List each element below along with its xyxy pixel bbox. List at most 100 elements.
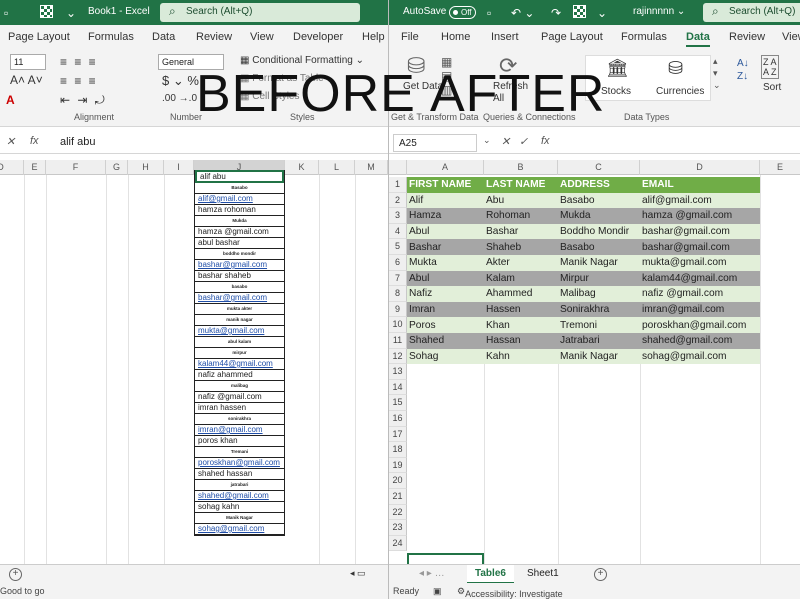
- table-cell[interactable]: Bashar: [484, 223, 558, 240]
- row-header[interactable]: 24: [389, 535, 407, 552]
- cell-j[interactable]: basabo: [195, 282, 284, 293]
- formula-input[interactable]: alif abu: [60, 136, 95, 148]
- cell-j[interactable]: alif@gmail.com: [195, 194, 284, 205]
- cell-j[interactable]: Manik Nagar: [195, 513, 284, 524]
- cancel-icon[interactable]: ✕: [6, 135, 15, 148]
- table-cell[interactable]: Nafiz: [407, 286, 484, 302]
- table-cell[interactable]: Alif: [407, 192, 484, 209]
- save-icon[interactable]: ▫: [4, 6, 8, 20]
- table-cell[interactable]: Mukda: [558, 208, 640, 224]
- add-sheet-icon[interactable]: +: [9, 568, 22, 581]
- col-header[interactable]: C: [558, 160, 640, 175]
- cell-j[interactable]: bashar@gmail.com: [195, 260, 284, 271]
- row-header[interactable]: 7: [389, 270, 407, 287]
- fx-icon[interactable]: fx: [541, 135, 550, 147]
- cell-j[interactable]: nafiz ahammed: [195, 370, 284, 381]
- cell-j[interactable]: manik nagar: [195, 315, 284, 326]
- table-cell[interactable]: Mirpur: [558, 270, 640, 287]
- tab-data[interactable]: Data: [686, 31, 710, 47]
- cell-j[interactable]: abul bashar: [195, 238, 284, 249]
- sheet-tab-sheet1[interactable]: Sheet1: [519, 565, 567, 584]
- table-cell[interactable]: Abul: [407, 223, 484, 240]
- tab-page-layout[interactable]: Page Layout: [8, 31, 70, 43]
- select-all-corner[interactable]: [389, 160, 407, 175]
- row-header[interactable]: 9: [389, 301, 407, 318]
- table-header-cell[interactable]: FIRST NAME: [407, 177, 484, 193]
- row-header[interactable]: 16: [389, 411, 407, 427]
- row-header[interactable]: 18: [389, 442, 407, 458]
- save-icon[interactable]: ▫: [487, 6, 491, 20]
- cell-j[interactable]: mirpur: [195, 348, 284, 359]
- tab-developer[interactable]: Developer: [293, 31, 343, 43]
- row-header[interactable]: 14: [389, 379, 407, 396]
- row-header[interactable]: 22: [389, 504, 407, 521]
- row-header[interactable]: 12: [389, 348, 407, 365]
- confirm-icon[interactable]: ✓: [519, 135, 528, 148]
- table-cell[interactable]: Kalam: [484, 270, 558, 287]
- sort-dialog-icon[interactable]: Z AA Z: [761, 55, 779, 79]
- table-header-cell[interactable]: LAST NAME: [484, 177, 558, 193]
- undo-icon[interactable]: ↶ ⌄: [511, 6, 534, 20]
- table-cell[interactable]: Hassan: [484, 332, 558, 349]
- cell-j[interactable]: kalam44@gmail.com: [195, 359, 284, 370]
- cancel-icon[interactable]: ✕: [501, 135, 510, 148]
- chevron-down-icon[interactable]: ⌄: [597, 6, 607, 20]
- col-header[interactable]: M: [355, 160, 388, 175]
- font-color-icon[interactable]: A: [6, 93, 15, 107]
- table-cell[interactable]: Sonirakhra: [558, 301, 640, 318]
- sort-button[interactable]: Sort: [763, 82, 781, 93]
- font-grow-icon[interactable]: A˄ A˅: [10, 73, 43, 87]
- decimal-icon[interactable]: .00 →.0: [162, 93, 197, 104]
- table-cell[interactable]: Rohoman: [484, 208, 558, 224]
- table-header-cell[interactable]: EMAIL: [640, 177, 760, 193]
- tab-help[interactable]: Help: [362, 31, 385, 43]
- row-header[interactable]: 11: [389, 333, 407, 349]
- table-cell[interactable]: Boddho Mondir: [558, 223, 640, 240]
- cell-j[interactable]: sonirakhra: [195, 414, 284, 425]
- accessibility-status[interactable]: ⚙ Accessibility: Investigate: [457, 586, 563, 599]
- table-cell[interactable]: Basabo: [558, 192, 640, 209]
- row-header[interactable]: 1: [389, 177, 407, 193]
- row-header[interactable]: 21: [389, 489, 407, 505]
- cell-j[interactable]: mukta@gmail.com: [195, 326, 284, 337]
- table-cell[interactable]: Malibag: [558, 286, 640, 302]
- autosave-toggle[interactable]: Off: [449, 6, 476, 19]
- table-cell[interactable]: bashar@gmail.com: [640, 223, 760, 240]
- table-cell[interactable]: Manik Nagar: [558, 348, 640, 365]
- align-left-icon[interactable]: ≡ ≡ ≡: [60, 74, 98, 88]
- tab-nav-icon[interactable]: ◂ ▸ …: [419, 568, 445, 579]
- scroll-left-icon[interactable]: ◂ ▭: [350, 568, 366, 579]
- tab-formulas[interactable]: Formulas: [88, 31, 134, 43]
- cell-j[interactable]: alif abu: [195, 170, 284, 183]
- col-header[interactable]: L: [319, 160, 355, 175]
- col-header[interactable]: A: [407, 160, 484, 175]
- table-cell[interactable]: Sohag: [407, 348, 484, 365]
- col-header[interactable]: E: [24, 160, 46, 175]
- tab-formulas[interactable]: Formulas: [621, 31, 667, 43]
- table-cell[interactable]: Tremoni: [558, 317, 640, 333]
- row-header[interactable]: 10: [389, 317, 407, 333]
- row-header[interactable]: 19: [389, 457, 407, 474]
- table-cell[interactable]: Abul: [407, 270, 484, 287]
- table-cell[interactable]: Shaheb: [484, 239, 558, 255]
- table-cell[interactable]: Ahammed: [484, 286, 558, 302]
- row-header[interactable]: 13: [389, 364, 407, 380]
- table-cell[interactable]: Manik Nagar: [558, 254, 640, 271]
- table-cell[interactable]: Bashar: [407, 239, 484, 255]
- table-cell[interactable]: Poros: [407, 317, 484, 333]
- tab-view[interactable]: View: [250, 31, 274, 43]
- cell-j[interactable]: imran hassen: [195, 403, 284, 414]
- tab-data[interactable]: Data: [152, 31, 175, 43]
- chevron-down-icon[interactable]: ⌄: [66, 6, 76, 20]
- selected-cell-a25[interactable]: [407, 553, 484, 564]
- col-header[interactable]: B: [484, 160, 558, 175]
- row-header[interactable]: 17: [389, 426, 407, 443]
- row-header[interactable]: 2: [389, 192, 407, 209]
- col-header[interactable]: D: [0, 160, 24, 175]
- col-header[interactable]: I: [164, 160, 194, 175]
- table-cell[interactable]: alif@gmail.com: [640, 192, 760, 209]
- cell-j[interactable]: mukta akter: [195, 304, 284, 315]
- user-name[interactable]: rajinnnnn ⌄: [633, 6, 685, 17]
- cell-j[interactable]: sohag kahn: [195, 502, 284, 513]
- table-cell[interactable]: poroskhan@gmail.com: [640, 317, 760, 333]
